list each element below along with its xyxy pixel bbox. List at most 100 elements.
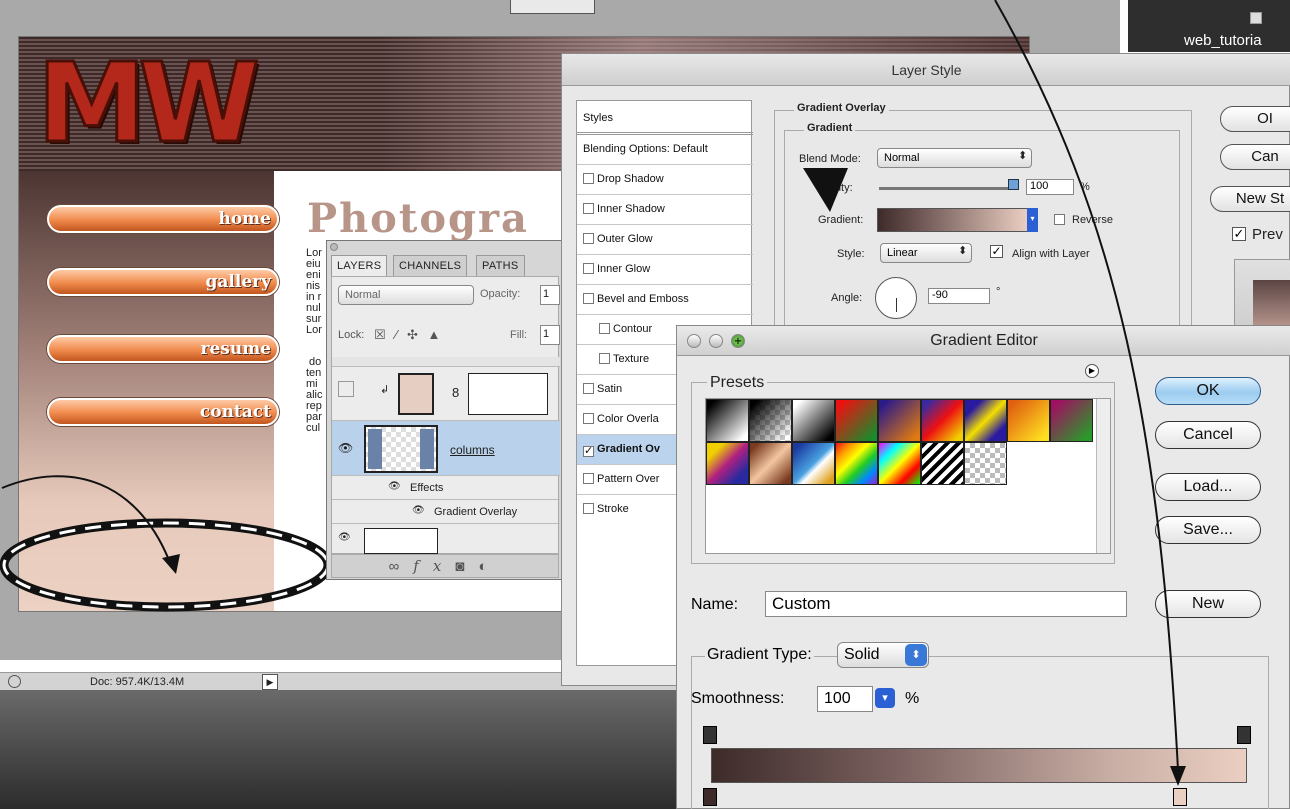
preset-swatch[interactable] [964,442,1007,485]
style-item-drop-shadow[interactable]: Drop Shadow [577,165,753,195]
preset-swatch[interactable] [792,399,835,442]
close-icon[interactable] [687,334,701,348]
eye-icon[interactable]: 👁 [412,505,425,516]
mask-icon[interactable]: ◙ [455,558,478,575]
blend-mode-select[interactable]: Normal [338,285,474,305]
percent-label: % [1080,181,1090,193]
blending-options-item[interactable]: Blending Options: Default [577,135,753,165]
checkbox[interactable] [583,203,594,214]
slider-thumb[interactable] [1008,179,1019,190]
preset-swatch[interactable] [1050,399,1093,442]
lock-icons[interactable]: ☒ ⁄ ✣ ▲ [374,327,443,343]
layer-name[interactable]: columns [450,443,495,457]
minimize-icon[interactable] [709,334,723,348]
style-item-bevel-emboss[interactable]: Bevel and Emboss [577,285,753,315]
gradient-picker[interactable] [877,208,1029,232]
opacity-slider[interactable] [879,187,1017,190]
styles-header[interactable]: Styles [577,101,753,135]
eye-icon[interactable]: 👁 [338,532,351,543]
presets-menu-icon[interactable]: ▶ [1085,364,1099,378]
align-checkbox[interactable]: ✓ [990,245,1003,258]
nav-gallery-button[interactable]: gallery [47,268,279,296]
ok-button[interactable]: OK [1155,377,1261,405]
preset-swatch[interactable] [964,399,1007,442]
new-style-button[interactable]: New St [1210,186,1290,212]
color-stop-right[interactable] [1173,788,1187,806]
layers-panel: LAYERS CHANNELS PATHS Normal Opacity: 1 … [326,240,562,580]
desktop-icon[interactable]: web_tutoria [1128,0,1290,52]
checkbox[interactable] [583,473,594,484]
save-button[interactable]: Save... [1155,516,1261,544]
style-item-inner-shadow[interactable]: Inner Shadow [577,195,753,225]
preset-swatch[interactable] [878,399,921,442]
nav-contact-button[interactable]: contact [47,398,279,426]
opacity-stop-right[interactable] [1237,726,1251,744]
checkbox[interactable] [583,233,594,244]
gradient-dropdown-icon[interactable]: ▾ [1027,208,1038,232]
blend-mode-select[interactable]: Normal [877,148,1032,168]
new-button[interactable]: New [1155,590,1261,618]
smoothness-field[interactable]: 100 [817,686,873,712]
opacity-field[interactable]: 1 [540,285,560,305]
preset-swatch[interactable] [835,442,878,485]
visibility-toggle[interactable] [338,381,354,397]
checkbox[interactable] [583,293,594,304]
checkbox[interactable] [599,323,610,334]
style-item-label: Pattern Over [597,473,660,485]
cancel-button[interactable]: Can [1220,144,1290,170]
checkbox[interactable] [599,353,610,364]
fx-icon[interactable]: fx [413,557,455,575]
preset-swatch[interactable] [792,442,835,485]
eye-icon[interactable]: 👁 [388,481,401,492]
checkbox-checked[interactable]: ✓ [583,446,594,457]
status-menu-arrow-icon[interactable]: ▶ [262,674,278,690]
link-icon[interactable]: ∞ [389,558,414,575]
opacity-stop-left[interactable] [703,726,717,744]
effects-row[interactable]: 👁 Effects [332,476,560,500]
name-input[interactable]: Custom [765,591,1127,617]
reverse-checkbox[interactable] [1054,214,1065,225]
preset-swatch[interactable] [1007,399,1050,442]
preset-swatch[interactable] [835,399,878,442]
preset-swatch[interactable] [749,442,792,485]
preset-swatch[interactable] [749,399,792,442]
panel-close-icon[interactable] [330,243,338,251]
checkbox[interactable] [583,383,594,394]
load-button[interactable]: Load... [1155,473,1261,501]
preset-swatch[interactable] [921,442,964,485]
cancel-button[interactable]: Cancel [1155,421,1261,449]
presets-scrollbar[interactable] [1096,399,1110,553]
layer-row[interactable]: 👁 [332,524,560,555]
style-item-inner-glow[interactable]: Inner Glow [577,255,753,285]
effect-item-row[interactable]: 👁 Gradient Overlay [332,500,560,524]
tab-paths[interactable]: PATHS [476,255,525,277]
style-item-outer-glow[interactable]: Outer Glow [577,225,753,255]
opacity-field[interactable]: 100 [1026,179,1074,195]
layer-row-columns[interactable]: 👁 columns [332,421,560,476]
eye-icon[interactable]: 👁 [338,441,353,455]
nav-home-button[interactable]: home [47,205,279,233]
tab-layers[interactable]: LAYERS [331,255,388,277]
checkbox[interactable] [583,173,594,184]
adjustment-icon[interactable]: ◐ [478,558,501,575]
zoom-icon[interactable]: + [731,334,745,348]
ok-button[interactable]: OI [1220,106,1290,132]
checkbox[interactable] [583,503,594,514]
smoothness-dropdown-icon[interactable]: ▾ [875,688,895,708]
checkbox[interactable] [583,413,594,424]
layer-row[interactable]: ↲ 8 [332,367,560,421]
angle-field[interactable]: -90 [928,288,990,304]
tab-channels[interactable]: CHANNELS [393,255,468,277]
checkbox[interactable] [583,263,594,274]
nav-resume-button[interactable]: resume [47,335,279,363]
preset-swatch[interactable] [878,442,921,485]
fill-field[interactable]: 1 [540,325,560,345]
gradient-preview-bar[interactable] [711,748,1247,783]
color-stop-left[interactable] [703,788,717,806]
preset-swatch[interactable] [706,399,749,442]
angle-dial[interactable] [875,277,917,319]
preset-swatch[interactable] [706,442,749,485]
layer-row[interactable] [332,357,560,367]
preset-swatch[interactable] [921,399,964,442]
preview-checkbox[interactable]: ✓ [1232,227,1246,241]
